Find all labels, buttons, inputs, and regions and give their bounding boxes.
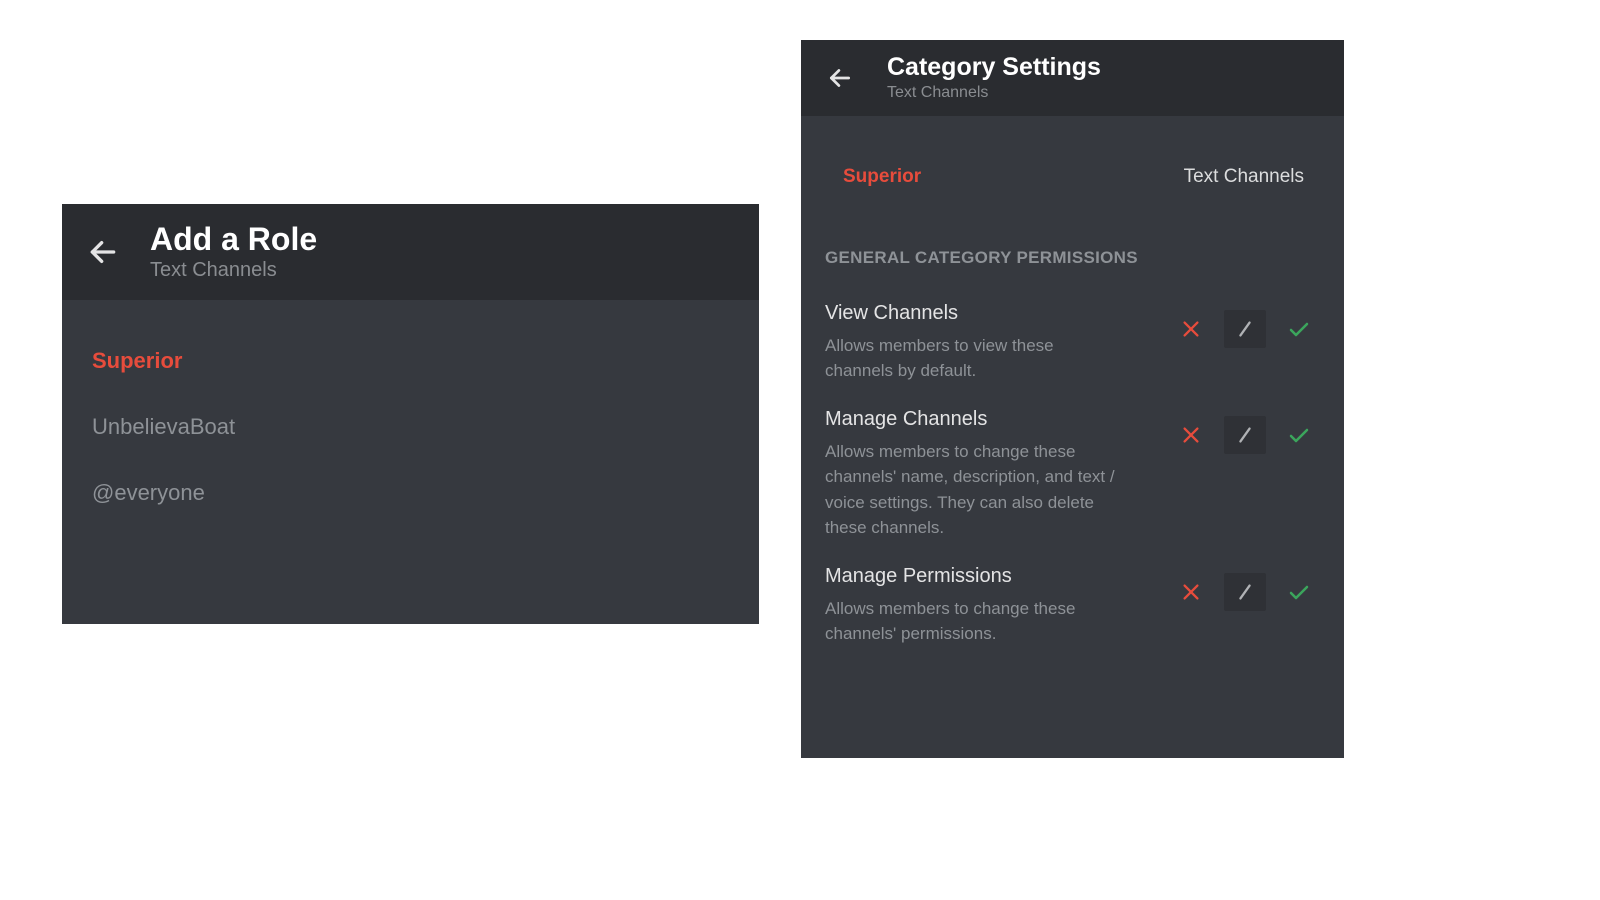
check-icon — [1287, 423, 1311, 447]
add-role-panel: Add a Role Text Channels Superior Unbeli… — [62, 204, 759, 624]
role-item-superior[interactable]: Superior — [92, 328, 729, 394]
role-list: Superior UnbelievaBoat @everyone — [62, 300, 759, 554]
permission-text: Manage Channels Allows members to change… — [825, 408, 1154, 541]
arrow-left-icon — [87, 236, 119, 268]
panel-subtitle: Text Channels — [887, 84, 1101, 102]
x-icon — [1180, 424, 1202, 446]
back-button[interactable] — [86, 235, 120, 269]
permission-view-channels: View Channels Allows members to view the… — [801, 278, 1344, 384]
header-text: Category Settings Text Channels — [887, 54, 1101, 102]
permission-controls — [1170, 573, 1320, 611]
panel-title: Category Settings — [887, 54, 1101, 82]
panel-header: Add a Role Text Channels — [62, 204, 759, 300]
arrow-left-icon — [827, 65, 853, 91]
permission-desc: Allows members to change these channels'… — [825, 596, 1125, 647]
slash-icon — [1234, 581, 1256, 603]
tab-superior[interactable]: Superior — [843, 166, 921, 188]
header-text: Add a Role Text Channels — [150, 222, 317, 282]
permission-desc: Allows members to view these channels by… — [825, 333, 1125, 384]
panel-title: Add a Role — [150, 222, 317, 257]
permission-text: Manage Permissions Allows members to cha… — [825, 565, 1154, 647]
permission-controls — [1170, 416, 1320, 454]
allow-button[interactable] — [1278, 416, 1320, 454]
role-item-everyone[interactable]: @everyone — [92, 460, 729, 526]
tabs-row: Superior Text Channels — [801, 116, 1344, 218]
check-icon — [1287, 580, 1311, 604]
x-icon — [1180, 318, 1202, 340]
category-settings-panel: Category Settings Text Channels Superior… — [801, 40, 1344, 758]
panel-subtitle: Text Channels — [150, 259, 317, 282]
neutral-button[interactable] — [1224, 416, 1266, 454]
allow-button[interactable] — [1278, 310, 1320, 348]
check-icon — [1287, 317, 1311, 341]
permission-title: View Channels — [825, 302, 1154, 325]
permission-manage-permissions: Manage Permissions Allows members to cha… — [801, 541, 1344, 647]
deny-button[interactable] — [1170, 573, 1212, 611]
role-item-unbelievaboat[interactable]: UnbelievaBoat — [92, 394, 729, 460]
permission-text: View Channels Allows members to view the… — [825, 302, 1154, 384]
back-button[interactable] — [823, 61, 857, 95]
neutral-button[interactable] — [1224, 310, 1266, 348]
slash-icon — [1234, 318, 1256, 340]
tab-text-channels[interactable]: Text Channels — [1184, 166, 1304, 188]
panel-header: Category Settings Text Channels — [801, 40, 1344, 116]
x-icon — [1180, 581, 1202, 603]
allow-button[interactable] — [1278, 573, 1320, 611]
permission-manage-channels: Manage Channels Allows members to change… — [801, 384, 1344, 541]
section-header: GENERAL CATEGORY PERMISSIONS — [801, 218, 1344, 278]
slash-icon — [1234, 424, 1256, 446]
deny-button[interactable] — [1170, 416, 1212, 454]
permission-desc: Allows members to change these channels'… — [825, 439, 1125, 541]
permission-title: Manage Permissions — [825, 565, 1154, 588]
deny-button[interactable] — [1170, 310, 1212, 348]
permission-controls — [1170, 310, 1320, 348]
neutral-button[interactable] — [1224, 573, 1266, 611]
permission-title: Manage Channels — [825, 408, 1154, 431]
